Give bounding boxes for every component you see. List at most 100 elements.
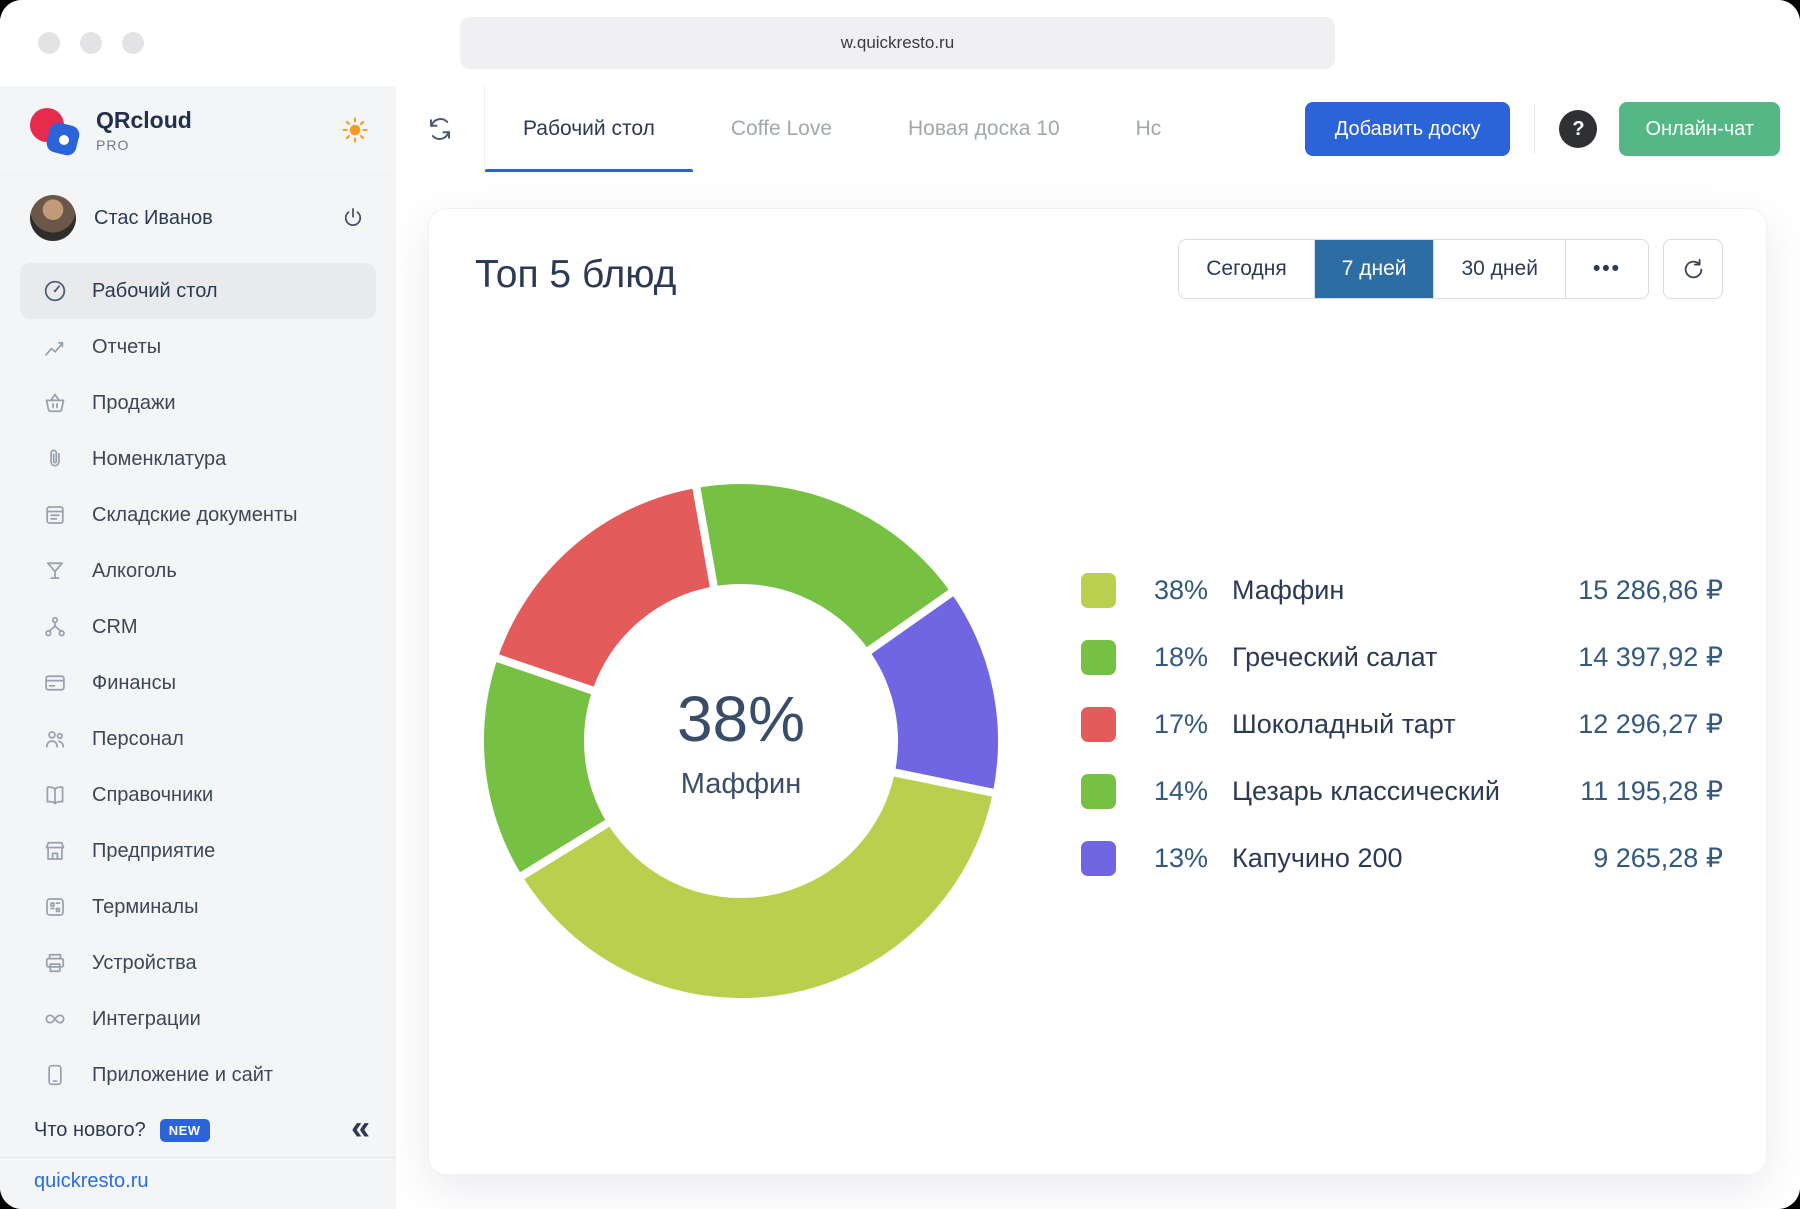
sidebar-item-label: Рабочий стол xyxy=(92,280,218,303)
board-tabs: Рабочий стол Coffe Love Новая доска 10 Н… xyxy=(485,86,1199,172)
sidebar-item-label: Терминалы xyxy=(92,896,198,919)
widget-controls: Сегодня 7 дней 30 дней ••• xyxy=(1178,239,1723,299)
sidebar-item-devices[interactable]: Устройства xyxy=(20,935,376,991)
date-range-group: Сегодня 7 дней 30 дней ••• xyxy=(1178,239,1649,299)
sidebar-footer: Что нового? NEW « quickresto.ru xyxy=(0,1103,396,1209)
basket-icon xyxy=(42,390,68,416)
sidebar-item-label: Алкоголь xyxy=(92,560,177,583)
widget-refresh-button[interactable] xyxy=(1663,239,1723,299)
top-dishes-widget: Топ 5 блюд Сегодня 7 дней 30 дней ••• 38… xyxy=(428,208,1767,1175)
window-close-button[interactable] xyxy=(38,32,60,54)
collapse-sidebar-icon[interactable]: « xyxy=(351,1111,370,1145)
document-icon xyxy=(42,502,68,528)
window-zoom-button[interactable] xyxy=(122,32,144,54)
range-today-button[interactable]: Сегодня xyxy=(1179,240,1313,298)
card-icon xyxy=(42,670,68,696)
qrcloud-logo xyxy=(30,106,80,154)
sidebar-item-label: Продажи xyxy=(92,392,176,415)
logout-icon[interactable] xyxy=(340,205,366,231)
address-bar[interactable]: w.quickresto.ru xyxy=(460,17,1335,69)
legend-amount: 14 397,92 ₽ xyxy=(1578,642,1723,673)
main-content: Топ 5 блюд Сегодня 7 дней 30 дней ••• 38… xyxy=(396,172,1800,1209)
board-tabs-bar: Рабочий стол Coffe Love Новая доска 10 Н… xyxy=(396,86,1800,173)
tab-label: Новая доска 10 xyxy=(908,117,1060,141)
donut-chart xyxy=(461,461,1021,1021)
theme-toggle-icon[interactable] xyxy=(340,115,370,145)
org-chart-icon xyxy=(42,614,68,640)
more-options-button[interactable]: ••• xyxy=(1565,240,1648,298)
people-icon xyxy=(42,726,68,752)
legend-amount: 11 195,28 ₽ xyxy=(1580,776,1723,807)
tab-new-board-10[interactable]: Новая доска 10 xyxy=(870,86,1098,172)
martini-icon xyxy=(42,558,68,584)
sidebar-item-staff[interactable]: Персонал xyxy=(20,711,376,767)
tab-coffe-love[interactable]: Coffe Love xyxy=(693,86,870,172)
legend-label: Капучино 200 xyxy=(1232,843,1593,874)
add-board-button[interactable]: Добавить доску xyxy=(1305,102,1511,156)
legend-label: Цезарь классический xyxy=(1232,776,1580,807)
range-30-days-button[interactable]: 30 дней xyxy=(1433,240,1564,298)
sidebar-item-nomenclature[interactable]: Номенклатура xyxy=(20,431,376,487)
phone-icon xyxy=(42,1062,68,1088)
window-minimize-button[interactable] xyxy=(80,32,102,54)
help-icon[interactable]: ? xyxy=(1559,110,1597,148)
sidebar-item-handbooks[interactable]: Справочники xyxy=(20,767,376,823)
legend-row: 13% Капучино 200 9 265,28 ₽ xyxy=(1081,837,1723,879)
legend-swatch xyxy=(1081,774,1116,809)
sidebar-item-terminals[interactable]: Терминалы xyxy=(20,879,376,935)
sidebar-item-label: Персонал xyxy=(92,728,184,751)
legend-swatch xyxy=(1081,573,1116,608)
whats-new-link[interactable]: Что нового? xyxy=(34,1119,146,1142)
sidebar-item-label: Предприятие xyxy=(92,840,215,863)
legend-percent: 38% xyxy=(1116,575,1208,606)
legend-amount: 12 296,27 ₽ xyxy=(1578,709,1723,740)
tab-truncated[interactable]: Нс xyxy=(1098,86,1200,172)
sidebar-item-enterprise[interactable]: Предприятие xyxy=(20,823,376,879)
sidebar-item-label: Справочники xyxy=(92,784,213,807)
sidebar-item-finance[interactable]: Финансы xyxy=(20,655,376,711)
sidebar-item-integrations[interactable]: Интеграции xyxy=(20,991,376,1047)
sidebar-item-app-site[interactable]: Приложение и сайт xyxy=(20,1047,376,1103)
sidebar-item-dashboard[interactable]: Рабочий стол xyxy=(20,263,376,319)
sidebar-item-label: Финансы xyxy=(92,672,176,695)
legend-amount: 15 286,86 ₽ xyxy=(1578,575,1723,606)
infinity-icon xyxy=(42,1006,68,1032)
range-7-days-button[interactable]: 7 дней xyxy=(1314,240,1434,298)
legend-label: Шоколадный тарт xyxy=(1232,709,1578,740)
browser-chrome: w.quickresto.ru xyxy=(0,0,1800,86)
tab-label: Нс xyxy=(1136,117,1162,141)
sidebar-item-sales[interactable]: Продажи xyxy=(20,375,376,431)
dashboard-icon xyxy=(42,278,68,304)
quickresto-link[interactable]: quickresto.ru xyxy=(34,1170,149,1192)
chart-legend: 38% Маффин 15 286,86 ₽ 18% Греческий сал… xyxy=(1081,569,1723,904)
sidebar-item-crm[interactable]: CRM xyxy=(20,599,376,655)
url-text: w.quickresto.ru xyxy=(841,33,954,53)
donut-segment[interactable] xyxy=(494,484,715,692)
legend-percent: 17% xyxy=(1116,709,1208,740)
donut-chart-area: 38% Маффин xyxy=(461,461,1021,1021)
legend-swatch xyxy=(1081,707,1116,742)
sidebar-item-label: CRM xyxy=(92,616,138,639)
sidebar: QRcloud PRO Стас Иванов Рабочий стол Отч… xyxy=(0,86,396,1209)
tab-label: Coffe Love xyxy=(731,117,832,141)
user-profile[interactable]: Стас Иванов xyxy=(0,174,396,261)
sidebar-item-warehouse-docs[interactable]: Складские документы xyxy=(20,487,376,543)
sidebar-item-alcohol[interactable]: Алкоголь xyxy=(20,543,376,599)
traffic-lights xyxy=(38,32,144,54)
legend-row: 18% Греческий салат 14 397,92 ₽ xyxy=(1081,636,1723,678)
sidebar-item-label: Интеграции xyxy=(92,1008,201,1031)
brand-plan-badge: PRO xyxy=(96,137,192,153)
online-chat-button[interactable]: Онлайн-чат xyxy=(1619,102,1780,156)
legend-row: 17% Шоколадный тарт 12 296,27 ₽ xyxy=(1081,703,1723,745)
sidebar-item-reports[interactable]: Отчеты xyxy=(20,319,376,375)
sync-icon[interactable] xyxy=(425,114,455,144)
legend-row: 14% Цезарь классический 11 195,28 ₽ xyxy=(1081,770,1723,812)
brand-area: QRcloud PRO xyxy=(0,86,396,174)
legend-row: 38% Маффин 15 286,86 ₽ xyxy=(1081,569,1723,611)
book-icon xyxy=(42,782,68,808)
tab-dashboard[interactable]: Рабочий стол xyxy=(485,86,693,172)
legend-label: Греческий салат xyxy=(1232,642,1578,673)
widget-title: Топ 5 блюд xyxy=(475,253,676,297)
printer-icon xyxy=(42,950,68,976)
sidebar-menu: Рабочий стол Отчеты Продажи Номенклатура… xyxy=(0,261,396,1103)
